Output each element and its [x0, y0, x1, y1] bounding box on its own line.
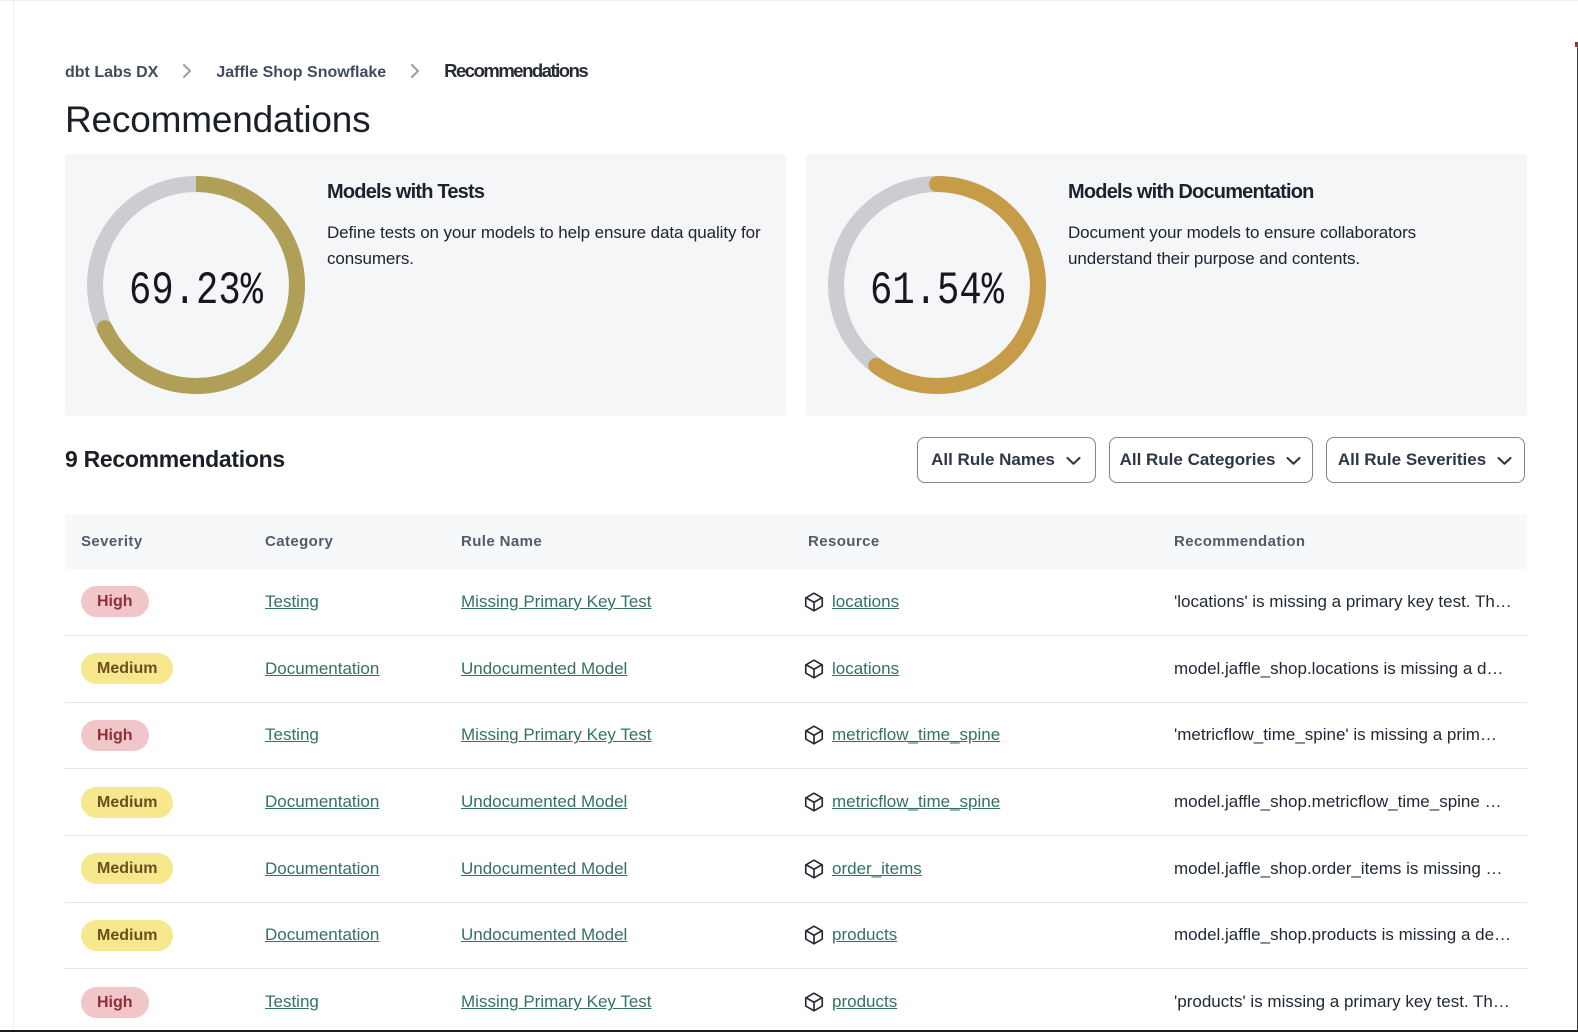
svg-text:61.54%: 61.54% [870, 265, 1004, 317]
svg-text:69.23%: 69.23% [129, 265, 263, 317]
